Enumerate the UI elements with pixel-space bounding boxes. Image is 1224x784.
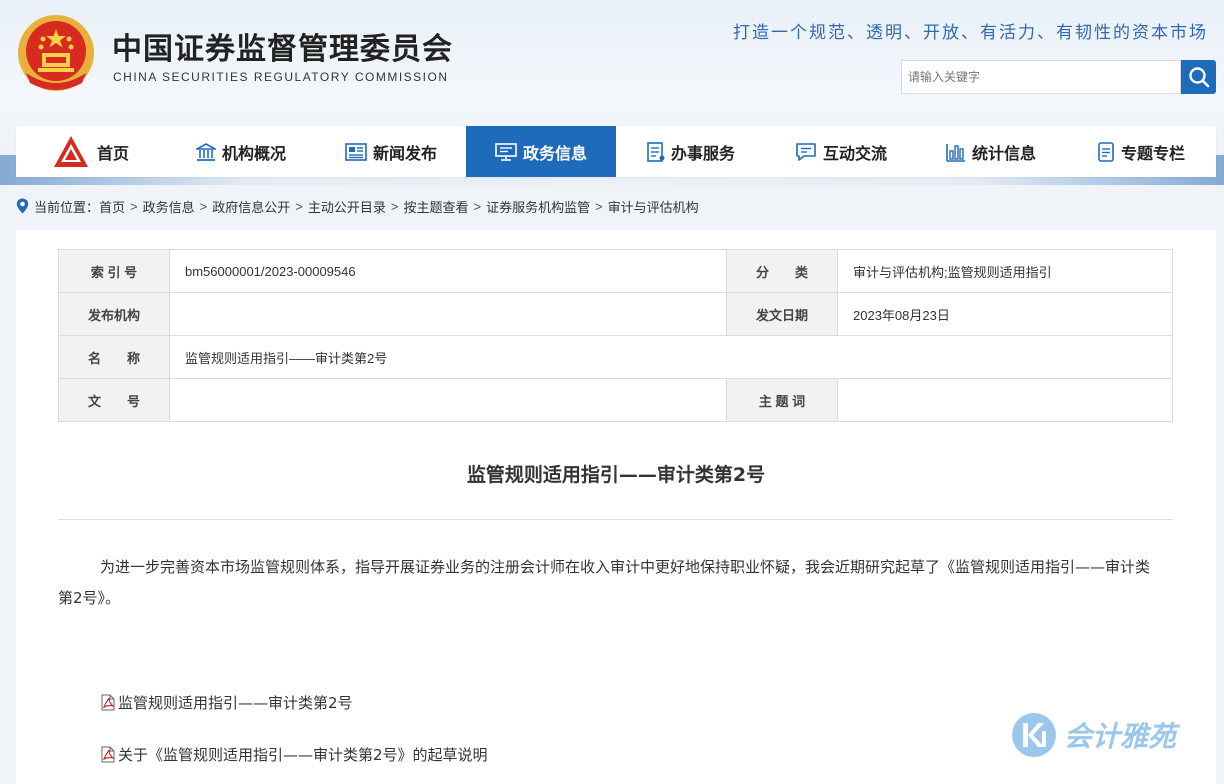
attachment-label[interactable]: 关于《监管规则适用指引——审计类第2号》的起草说明 xyxy=(118,744,488,765)
table-row: 名 称 监管规则适用指引——审计类第2号 xyxy=(58,335,1173,379)
attachment-label[interactable]: 监管规则适用指引——审计类第2号 xyxy=(118,692,353,713)
breadcrumb-separator: > xyxy=(390,198,399,214)
nav-item-topics[interactable]: 专题专栏 xyxy=(1066,126,1216,177)
docno-label: 文 号 xyxy=(58,378,170,422)
breadcrumb-securities-services[interactable]: 证券服务机构监管 xyxy=(486,197,590,216)
docno-value xyxy=(169,378,727,422)
nav-item-label: 政务信息 xyxy=(522,143,587,163)
nav-item-news[interactable]: 新闻发布 xyxy=(316,126,466,177)
nav-item-label: 互动交流 xyxy=(822,143,887,163)
date-value: 2023年08月23日 xyxy=(837,292,1173,336)
name-value: 监管规则适用指引——审计类第2号 xyxy=(169,335,1173,379)
search-icon xyxy=(1188,67,1209,88)
nav-item-label: 机构概况 xyxy=(221,143,286,163)
keywords-value xyxy=(837,378,1173,422)
article-title: 监管规则适用指引——审计类第2号 xyxy=(466,464,766,486)
breadcrumb-by-topic[interactable]: 按主题查看 xyxy=(403,197,468,216)
breadcrumb-separator: > xyxy=(199,198,208,214)
article-body: 为进一步完善资本市场监管规则体系，指导开展证券业务的注册会计师在收入审计中更好地… xyxy=(58,558,1151,607)
breadcrumb-audit-evaluation[interactable]: 审计与评估机构 xyxy=(608,197,699,216)
search-button[interactable] xyxy=(1181,60,1216,94)
breadcrumb-separator: > xyxy=(473,198,482,214)
index-label: 索 引 号 xyxy=(58,249,170,293)
nav-item-interaction[interactable]: 互动交流 xyxy=(766,126,916,177)
nav-item-home[interactable]: 首页 xyxy=(16,126,166,177)
attachment-link-explanation[interactable]: 关于《监管规则适用指引——审计类第2号》的起草说明 xyxy=(100,744,488,765)
issuer-value xyxy=(169,292,727,336)
content-panel: 索 引 号 bm56000001/2023-00009546 分 类 审计与评估… xyxy=(16,230,1216,784)
pdf-file-icon xyxy=(101,694,115,711)
category-label: 分 类 xyxy=(726,249,838,293)
nav-item-label: 办事服务 xyxy=(670,143,735,163)
bar-chart-icon xyxy=(946,143,965,162)
pdf-file-icon xyxy=(101,746,115,763)
breadcrumb-prefix: 当前位置： xyxy=(34,199,100,215)
attachment-link-guideline[interactable]: 监管规则适用指引——审计类第2号 xyxy=(100,692,353,713)
nav-item-government-info[interactable]: 政务信息 xyxy=(466,126,616,177)
location-pin-icon xyxy=(16,198,29,214)
chat-icon xyxy=(796,142,816,161)
nav-item-services[interactable]: 办事服务 xyxy=(616,126,766,177)
main-nav: 首页 机构概况 新闻发布 政务信息 办事服务 互动交流 统计信息 专题专栏 xyxy=(16,126,1216,177)
breadcrumb-separator: > xyxy=(595,198,603,214)
list-document-icon xyxy=(647,141,665,162)
watermark-logo-icon xyxy=(1012,713,1056,757)
breadcrumb-government-info[interactable]: 政务信息 xyxy=(143,197,195,216)
table-row: 文 号 主 题 词 xyxy=(58,378,1173,422)
keywords-label: 主 题 词 xyxy=(726,378,838,422)
monitor-icon xyxy=(495,142,517,161)
document-icon xyxy=(1098,141,1114,162)
divider xyxy=(58,519,1173,520)
issuer-label: 发布机构 xyxy=(58,292,170,336)
date-label: 发文日期 xyxy=(726,292,838,336)
table-row: 发布机构 发文日期 2023年08月23日 xyxy=(58,292,1173,336)
category-value: 审计与评估机构;监管规则适用指引 xyxy=(837,249,1173,293)
national-emblem-icon[interactable] xyxy=(16,13,96,95)
breadcrumb-gov-disclosure[interactable]: 政府信息公开 xyxy=(212,197,290,216)
csrc-logo-icon xyxy=(53,135,88,167)
watermark: 会计雅苑 xyxy=(1010,711,1176,759)
nav-item-label: 新闻发布 xyxy=(372,143,437,163)
document-meta-table: 索 引 号 bm56000001/2023-00009546 分 类 审计与评估… xyxy=(58,249,1173,422)
nav-item-label: 首页 xyxy=(96,143,129,163)
newspaper-icon xyxy=(345,142,367,161)
site-slogan: 打造一个规范、透明、开放、有活力、有韧性的资本市场 xyxy=(733,23,1208,43)
watermark-text: 会计雅苑 xyxy=(1064,720,1177,753)
building-icon xyxy=(195,142,216,161)
nav-item-label: 统计信息 xyxy=(971,143,1036,163)
table-row: 索 引 号 bm56000001/2023-00009546 分 类 审计与评估… xyxy=(58,249,1173,293)
breadcrumb-active-disclosure[interactable]: 主动公开目录 xyxy=(308,197,386,216)
breadcrumb-separator: > xyxy=(295,198,303,214)
site-subtitle: CHINA SECURITIES REGULATORY COMMISSION xyxy=(113,70,449,84)
search-input[interactable] xyxy=(901,60,1181,94)
breadcrumb-separator: > xyxy=(130,198,138,214)
name-label: 名 称 xyxy=(58,335,170,379)
breadcrumb-home[interactable]: 首页 xyxy=(99,197,125,216)
index-value: bm56000001/2023-00009546 xyxy=(169,249,727,293)
nav-item-statistics[interactable]: 统计信息 xyxy=(916,126,1066,177)
nav-item-about[interactable]: 机构概况 xyxy=(166,126,316,177)
nav-item-label: 专题专栏 xyxy=(1120,143,1185,163)
site-title[interactable]: 中国证券监督管理委员会 xyxy=(112,24,453,68)
breadcrumb: 当前位置： 首页 > 政务信息 > 政府信息公开 > 主动公开目录 > 按主题查… xyxy=(16,196,699,216)
